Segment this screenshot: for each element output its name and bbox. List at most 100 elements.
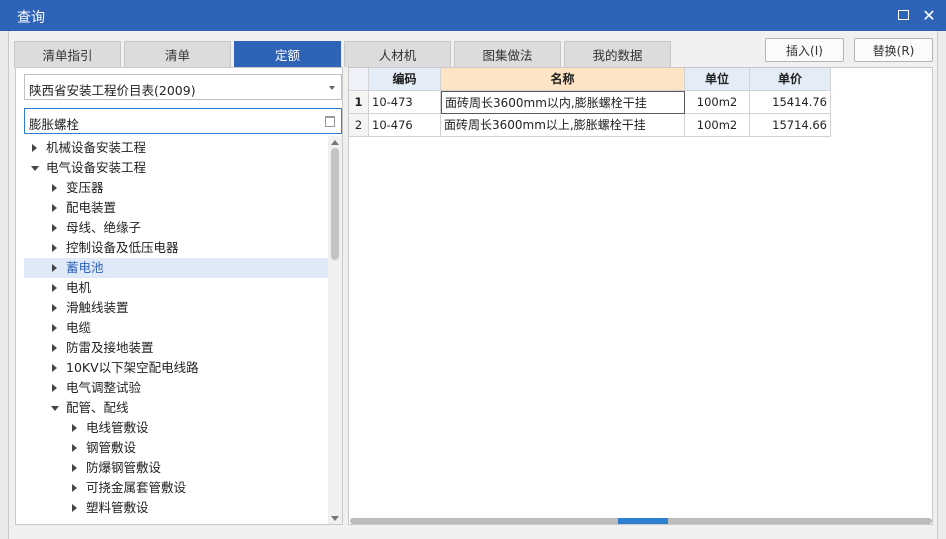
grid-horizontal-scrollbar[interactable] [350, 518, 932, 524]
column-header-unit[interactable]: 单位 [685, 68, 750, 91]
tree-node-label: 电线管敷设 [86, 420, 149, 435]
expand-icon[interactable] [30, 138, 40, 158]
tree-node-label: 滑触线装置 [66, 300, 129, 315]
close-icon: ✕ [922, 5, 936, 25]
results-grid-panel: 编码 名称 单位 单价 1 10-473 面砖周长3600mm以内,膨胀螺栓干挂… [348, 67, 933, 525]
maximize-button[interactable] [893, 5, 913, 25]
tree-node[interactable]: 配管、配线 [24, 398, 328, 418]
table-cell-code[interactable]: 10-473 [369, 91, 441, 114]
expand-icon[interactable] [50, 238, 60, 258]
scroll-up-icon[interactable] [331, 140, 339, 145]
tree-vertical-scrollbar[interactable] [328, 136, 342, 524]
expand-icon[interactable] [50, 378, 60, 398]
tree-node[interactable]: 变压器 [24, 178, 328, 198]
tree-node[interactable]: 配电装置 [24, 198, 328, 218]
tab-list-guide[interactable]: 清单指引 [14, 41, 121, 67]
column-header-name[interactable]: 名称 [441, 68, 685, 91]
chevron-down-icon [329, 86, 335, 90]
tree-node-label: 配管、配线 [66, 400, 129, 415]
trash-icon[interactable] [325, 116, 335, 127]
tree-node[interactable]: 10KV以下架空配电线路 [24, 358, 328, 378]
expand-icon[interactable] [70, 478, 80, 498]
tree-node[interactable]: 滑触线装置 [24, 298, 328, 318]
tree-node[interactable]: 母线、绝缘子 [24, 218, 328, 238]
tree-node-label: 母线、绝缘子 [66, 220, 142, 235]
insert-button[interactable]: 插入(I) [765, 38, 844, 62]
tree-node-label: 可挠金属套管敷设 [86, 480, 187, 495]
table-cell-price[interactable]: 15414.76 [750, 91, 831, 114]
scrollbar-thumb[interactable] [618, 518, 668, 524]
expand-icon[interactable] [50, 358, 60, 378]
tab-list[interactable]: 清单 [124, 41, 231, 67]
collapse-icon[interactable] [50, 398, 60, 418]
tree-node[interactable]: 电机 [24, 278, 328, 298]
tree-node-label: 10KV以下架空配电线路 [66, 360, 199, 375]
tree-node-label: 防雷及接地装置 [66, 340, 154, 355]
tree-node-label: 电气设备安装工程 [46, 160, 147, 175]
tree-node[interactable]: 电线管敷设 [24, 418, 328, 438]
expand-icon[interactable] [70, 438, 80, 458]
tree-node[interactable]: 钢管敷设 [24, 438, 328, 458]
replace-button[interactable]: 替换(R) [854, 38, 933, 62]
tree-node[interactable]: 可挠金属套管敷设 [24, 478, 328, 498]
row-number[interactable]: 2 [349, 114, 369, 137]
tree-node-label: 机械设备安装工程 [46, 140, 147, 155]
column-header-code[interactable]: 编码 [369, 68, 441, 91]
title-bar: 查询 ✕ [0, 0, 946, 31]
expand-icon[interactable] [50, 338, 60, 358]
window-title: 查询 [17, 10, 45, 26]
search-input[interactable]: 膨胀螺栓 [24, 108, 342, 134]
table-cell-price[interactable]: 15714.66 [750, 114, 831, 137]
table-cell-code[interactable]: 10-476 [369, 114, 441, 137]
column-header-price[interactable]: 单价 [750, 68, 831, 91]
chapter-tree: 机械设备安装工程 电气设备安装工程 变压器 配电装置 母线、绝缘子 控制设备及低… [24, 138, 328, 524]
grid-corner [349, 68, 369, 91]
expand-icon[interactable] [50, 198, 60, 218]
tab-atlas-practice[interactable]: 图集做法 [454, 41, 561, 67]
tree-node-label: 钢管敷设 [86, 440, 137, 455]
library-select[interactable]: 陕西省安装工程价目表(2009) [24, 74, 342, 100]
tree-node[interactable]: 电缆 [24, 318, 328, 338]
table-cell-unit[interactable]: 100m2 [685, 91, 750, 114]
expand-icon[interactable] [70, 458, 80, 478]
search-input-value: 膨胀螺栓 [29, 117, 80, 132]
tree-node[interactable]: 防爆钢管敷设 [24, 458, 328, 478]
tree-node[interactable]: 电气调整试验 [24, 378, 328, 398]
tree-node[interactable]: 机械设备安装工程 [24, 138, 328, 158]
expand-icon[interactable] [50, 218, 60, 238]
tab-quota[interactable]: 定额 [234, 41, 341, 67]
tree-node[interactable]: 塑料管敷设 [24, 498, 328, 518]
tree-node-label: 塑料管敷设 [86, 500, 149, 515]
scroll-down-icon[interactable] [331, 516, 339, 521]
expand-icon[interactable] [50, 258, 60, 278]
tree-node[interactable]: 电气设备安装工程 [24, 158, 328, 178]
library-tree-panel: 陕西省安装工程价目表(2009) 膨胀螺栓 机械设备安装工程 电气设备安装工程 … [15, 67, 343, 525]
close-button[interactable]: ✕ [919, 5, 939, 25]
collapse-icon[interactable] [30, 158, 40, 178]
query-dialog: 清单指引 清单 定额 人材机 图集做法 我的数据 插入(I) 替换(R) 陕西省… [8, 31, 938, 539]
tab-my-data[interactable]: 我的数据 [564, 41, 671, 67]
tree-node-label: 电缆 [66, 320, 92, 335]
expand-icon[interactable] [70, 418, 80, 438]
tab-labor-material-machine[interactable]: 人材机 [344, 41, 451, 67]
expand-icon[interactable] [70, 498, 80, 518]
tree-node-label: 防爆钢管敷设 [86, 460, 162, 475]
tree-node-label: 变压器 [66, 180, 104, 195]
expand-icon[interactable] [50, 298, 60, 318]
background-window-right [938, 31, 946, 539]
tree-node-label: 蓄电池 [66, 260, 104, 275]
table-cell-name[interactable]: 面砖周长3600mm以内,膨胀螺栓干挂 [441, 91, 685, 114]
row-number[interactable]: 1 [349, 91, 369, 114]
expand-icon[interactable] [50, 318, 60, 338]
expand-icon[interactable] [50, 278, 60, 298]
tree-node[interactable]: 防雷及接地装置 [24, 338, 328, 358]
tree-node-selected[interactable]: 蓄电池 [24, 258, 328, 278]
tree-node-label: 电机 [66, 280, 92, 295]
table-cell-unit[interactable]: 100m2 [685, 114, 750, 137]
expand-icon[interactable] [50, 178, 60, 198]
tree-node[interactable]: 控制设备及低压电器 [24, 238, 328, 258]
background-window-left [0, 31, 8, 539]
scrollbar-thumb[interactable] [331, 148, 339, 260]
table-cell-name[interactable]: 面砖周长3600mm以上,膨胀螺栓干挂 [441, 114, 685, 137]
maximize-icon [897, 10, 909, 20]
